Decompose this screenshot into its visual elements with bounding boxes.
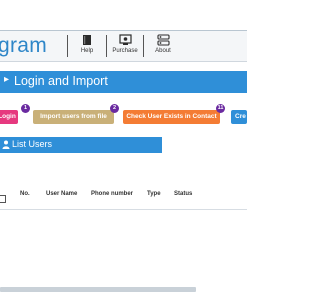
list-users-title: List Users: [12, 139, 53, 149]
column-header[interactable]: User Name: [46, 191, 77, 197]
ribbon-separator: [143, 35, 144, 57]
section-title: Login and Import: [14, 74, 108, 88]
step-badge: 2: [110, 104, 119, 113]
about-icon: [156, 34, 170, 46]
horizontal-scrollbar[interactable]: [0, 287, 196, 292]
table-divider: [0, 209, 247, 210]
purchase-label: Purchase: [112, 48, 138, 54]
section-header-login-import: ▸ Login and Import: [0, 71, 247, 93]
column-header[interactable]: Status: [174, 191, 192, 197]
about-button[interactable]: About: [146, 34, 180, 60]
column-header[interactable]: No.: [20, 191, 30, 197]
book-icon: [83, 35, 91, 45]
check-user-exists-button[interactable]: Check User Exists in Contact: [123, 110, 220, 124]
user-icon: [2, 140, 10, 149]
help-label: Help: [80, 48, 94, 54]
step-badge: 1: [21, 104, 30, 113]
column-header[interactable]: Type: [147, 191, 161, 197]
ribbon-separator: [67, 35, 68, 57]
users-table-header: No. User Name Phone number Type Status: [0, 191, 247, 203]
app-window: gram Help Purchase About ▸ Login and Imp…: [0, 30, 247, 293]
collapse-arrow-icon[interactable]: ▸: [4, 74, 9, 85]
step-badge: 11: [216, 104, 225, 113]
about-label: About: [155, 48, 171, 54]
app-brand-text: gram: [0, 34, 48, 57]
import-users-button[interactable]: Import users from file: [33, 110, 114, 124]
column-header[interactable]: Phone number: [91, 191, 133, 197]
login-button[interactable]: Login: [0, 110, 18, 124]
create-button[interactable]: Cre: [231, 110, 247, 124]
help-button[interactable]: Help: [70, 34, 104, 60]
ribbon-separator: [106, 35, 107, 57]
purchase-button[interactable]: Purchase: [108, 34, 142, 60]
purchase-icon: [118, 34, 132, 45]
ribbon-toolbar: gram Help Purchase About: [0, 31, 247, 62]
list-users-header: List Users: [0, 137, 162, 153]
